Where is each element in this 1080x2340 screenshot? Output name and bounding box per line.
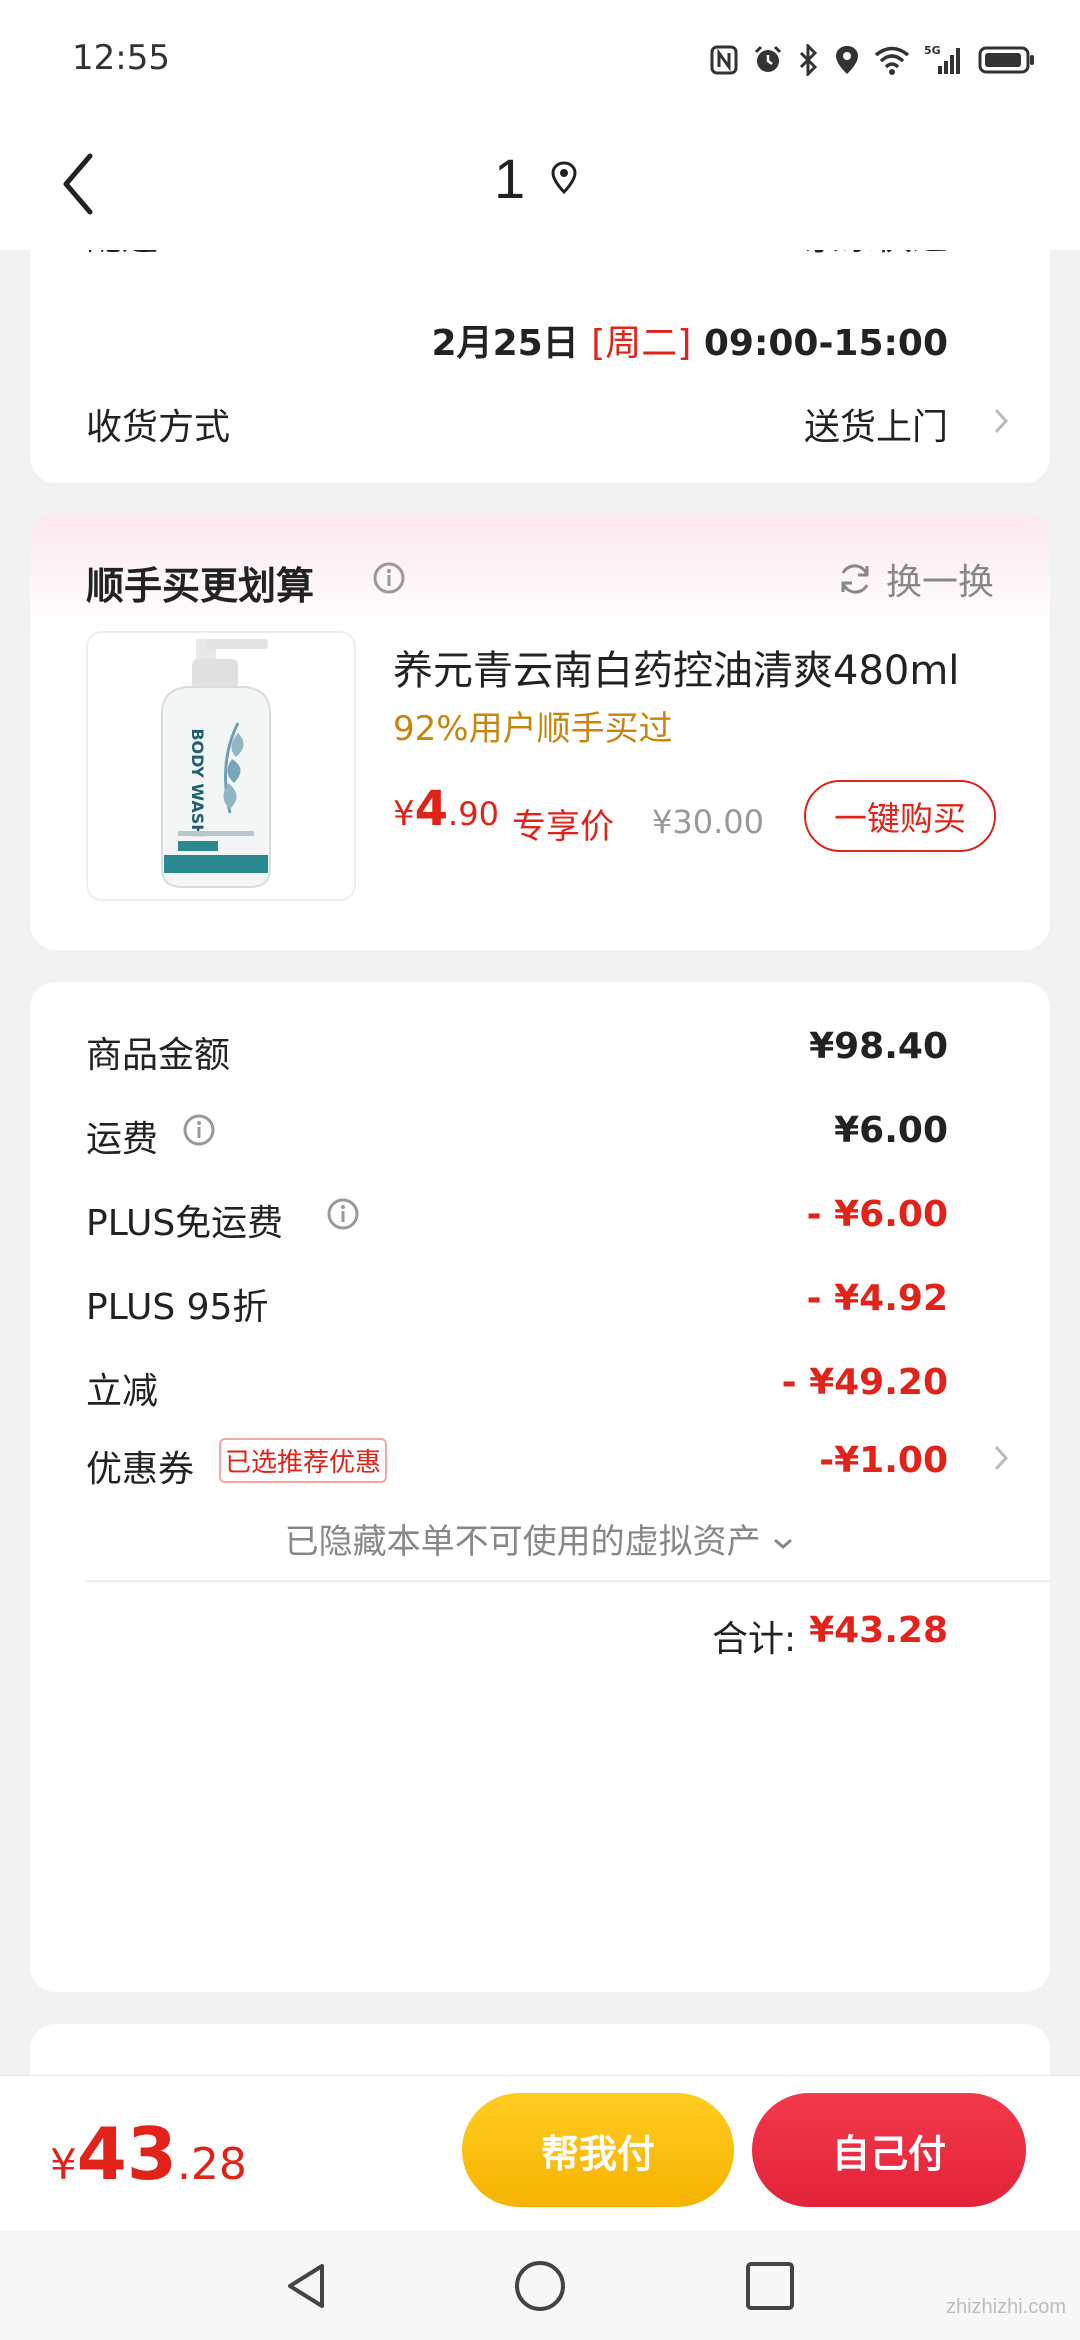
page-title: 1 <box>494 147 526 210</box>
instant-discount-label: 立减 <box>86 1371 159 1412</box>
product-price-dec: .90 <box>448 795 499 833</box>
chevron-down-icon <box>774 1538 793 1549</box>
checkout-total: ¥43.28 <box>50 2112 247 2196</box>
bluetooth-icon <box>799 44 818 76</box>
info-icon[interactable] <box>326 1197 360 1231</box>
info-icon[interactable] <box>372 561 406 595</box>
svg-text:5G: 5G <box>924 44 941 57</box>
delivery-carrier[interactable]: 京东快递 <box>804 250 948 260</box>
plus-discount-value: - ¥4.92 <box>806 1278 948 1319</box>
body-wash-bottle-image: BODY WASH <box>88 633 354 899</box>
product-price-tag: 专享价 <box>512 807 614 847</box>
receive-method-label: 收货方式 <box>86 407 231 448</box>
goods-amount-label: 商品金额 <box>86 1035 231 1076</box>
coupon-label[interactable]: 优惠券 <box>86 1440 194 1492</box>
price-detail-card: 商品金额 ¥98.40 运费 ¥6.00 PLUS免运费 - ¥6.00 PLU… <box>30 982 1050 1992</box>
delivery-date[interactable]: 2月25日 [周二] 09:00-15:00 <box>432 314 948 366</box>
chevron-left-icon <box>63 153 93 215</box>
recommend-card: 顺手买更划算 换一换 BODY WASH 养元青云南白药控油清爽480ml 92… <box>30 513 1050 950</box>
plus-free-shipping-label: PLUS免运费 <box>86 1203 284 1244</box>
instant-discount-value: - ¥49.20 <box>781 1362 948 1403</box>
nav-bar: 1 <box>0 120 1080 250</box>
coupon-recommended-tag: 已选推荐优惠 <box>219 1438 388 1483</box>
status-time: 12:55 <box>72 38 170 78</box>
divider <box>86 1580 1050 1582</box>
delivery-day: 2月25日 <box>431 323 579 364</box>
product-price-int: 4 <box>414 781 449 837</box>
checkout-currency: ¥ <box>50 2140 77 2189</box>
swap-label: 换一换 <box>885 562 994 603</box>
status-bar: 12:55 5G <box>0 0 1080 120</box>
product-original-price: ¥30.00 <box>652 803 764 841</box>
recommend-title: 顺手买更划算 <box>86 564 315 608</box>
battery-icon <box>978 46 1034 74</box>
delivery-time-range: 09:00-15:00 <box>703 323 948 364</box>
info-icon[interactable] <box>182 1113 216 1147</box>
system-back-icon[interactable] <box>280 2258 336 2314</box>
status-icons: 5G <box>710 40 1036 80</box>
one-click-buy-button[interactable]: 一键购买 <box>804 780 996 852</box>
plus-free-shipping-value: - ¥6.00 <box>806 1194 948 1235</box>
alarm-icon <box>754 45 782 72</box>
location-pin-icon[interactable] <box>548 160 580 196</box>
product-subtitle: 92%用户顺手买过 <box>393 709 673 749</box>
checkout-amount-int: 43 <box>76 2112 177 2196</box>
swap-button[interactable]: 换一换 <box>836 553 994 605</box>
product-image[interactable]: BODY WASH <box>86 631 356 901</box>
total-value: ¥43.28 <box>809 1610 948 1651</box>
hidden-assets-label: 已隐藏本单不可使用的虚拟资产 <box>284 1522 761 1562</box>
receive-method-value[interactable]: 送货上门 <box>804 398 948 450</box>
product-name[interactable]: 养元青云南白药控油清爽480ml <box>393 638 959 696</box>
location-icon <box>836 46 858 74</box>
delivery-label: 配送 <box>86 250 158 260</box>
product-price: ¥4.90 <box>393 781 499 837</box>
help-me-pay-button[interactable]: 帮我付 <box>462 2093 734 2207</box>
pay-myself-button[interactable]: 自己付 <box>752 2093 1026 2207</box>
bottle-label-text: BODY WASH <box>188 728 207 837</box>
total-label: 合计: <box>712 1619 797 1660</box>
delivery-card: 配送 京东快递 2月25日 [周二] 09:00-15:00 收货方式 送货上门 <box>30 250 1050 483</box>
system-nav-bar <box>0 2230 1080 2340</box>
order-content[interactable]: 配送 京东快递 2月25日 [周二] 09:00-15:00 收货方式 送货上门… <box>0 250 1080 2075</box>
refresh-icon <box>841 564 869 594</box>
shipping-label: 运费 <box>86 1119 159 1160</box>
system-home-icon[interactable] <box>512 2258 568 2314</box>
system-recents-icon[interactable] <box>742 2258 798 2314</box>
back-button[interactable] <box>52 144 112 224</box>
signal-icon: 5G <box>924 44 960 74</box>
chevron-right-icon <box>994 1445 1009 1471</box>
checkout-bar: ¥43.28 帮我付 自己付 <box>0 2075 1080 2230</box>
delivery-weekday: [周二] <box>591 323 692 364</box>
hidden-assets-toggle[interactable]: 已隐藏本单不可使用的虚拟资产 <box>30 1514 1050 1563</box>
chevron-right-icon <box>994 408 1009 434</box>
goods-amount-value: ¥98.40 <box>809 1026 948 1067</box>
product-price-currency: ¥ <box>393 794 415 834</box>
nfc-icon <box>710 45 738 75</box>
wifi-icon <box>874 46 910 75</box>
checkout-amount-dec: .28 <box>176 2139 247 2190</box>
plus-discount-label: PLUS 95折 <box>86 1287 269 1328</box>
coupon-value[interactable]: -¥1.00 <box>819 1440 948 1481</box>
shipping-value: ¥6.00 <box>834 1110 948 1151</box>
next-card <box>30 2024 1050 2075</box>
watermark: zhizhizhi.com <box>945 2296 1066 2318</box>
